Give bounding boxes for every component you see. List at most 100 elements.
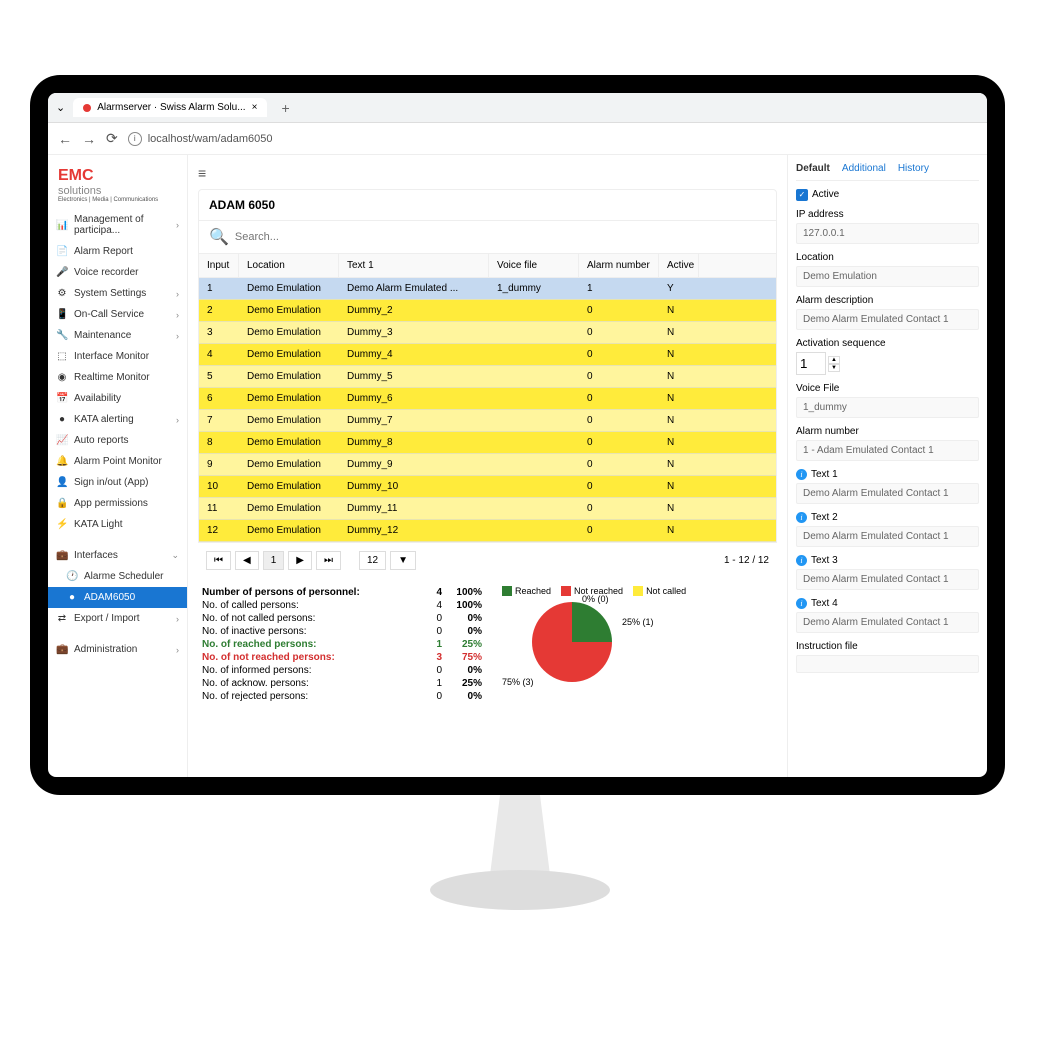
sidebar-item[interactable]: 📊Management of participa...› [48, 209, 187, 241]
page-current[interactable]: 1 [263, 551, 285, 570]
legend-reached: Reached [515, 586, 551, 596]
text1-field[interactable]: Demo Alarm Emulated Contact 1 [796, 483, 979, 504]
col-text1[interactable]: Text 1 [339, 254, 489, 277]
window-chevron-icon[interactable]: ⌄ [56, 101, 65, 114]
sidebar-item[interactable]: 📱On-Call Service› [48, 304, 187, 325]
close-tab-icon[interactable]: × [252, 102, 258, 113]
info-icon: i [796, 469, 807, 480]
location-field[interactable]: Demo Emulation [796, 266, 979, 287]
nav-icon: ⇄ [56, 613, 68, 624]
legend-notreached-icon [561, 586, 571, 596]
page-size[interactable]: 12 [359, 551, 386, 570]
sidebar-item[interactable]: 💼Interfaces⌄ [48, 545, 187, 566]
tab-history[interactable]: History [898, 163, 929, 174]
nav-icon: ⚡ [56, 519, 68, 530]
table-row[interactable]: 7Demo EmulationDummy_70N [199, 410, 776, 432]
sidebar-item[interactable]: ●KATA alerting› [48, 409, 187, 430]
alarmnum-field[interactable]: 1 - Adam Emulated Contact 1 [796, 440, 979, 461]
sidebar-item[interactable]: ⚙System Settings› [48, 283, 187, 304]
stat-row: No. of called persons:4100% [202, 599, 482, 612]
text1-label: Text 1 [811, 469, 838, 480]
hamburger-icon[interactable]: ≡ [198, 165, 777, 189]
nav-label: Administration [74, 644, 137, 655]
col-voice[interactable]: Voice file [489, 254, 579, 277]
col-input[interactable]: Input [199, 254, 239, 277]
desc-label: Alarm description [796, 295, 979, 306]
stat-row: No. of reached persons:125% [202, 638, 482, 651]
seq-input[interactable] [796, 352, 826, 375]
tab-default[interactable]: Default [796, 163, 830, 174]
col-location[interactable]: Location [239, 254, 339, 277]
col-active[interactable]: Active [659, 254, 699, 277]
sidebar-item[interactable]: 🔔Alarm Point Monitor [48, 451, 187, 472]
text3-label: Text 3 [811, 555, 838, 566]
nav-icon: 🔧 [56, 330, 68, 341]
text3-field[interactable]: Demo Alarm Emulated Contact 1 [796, 569, 979, 590]
sidebar-item[interactable]: 👤Sign in/out (App) [48, 472, 187, 493]
nav-label: Alarme Scheduler [84, 571, 163, 582]
new-tab-icon[interactable]: + [275, 100, 295, 116]
sidebar-item[interactable]: ⇄Export / Import› [48, 608, 187, 629]
active-checkbox[interactable]: ✓ [796, 189, 808, 201]
instruction-field[interactable] [796, 655, 979, 673]
table-row[interactable]: 4Demo EmulationDummy_40N [199, 344, 776, 366]
voicefile-field[interactable]: 1_dummy [796, 397, 979, 418]
logo-sub: solutions [58, 185, 177, 197]
sidebar-item[interactable]: 💼Administration› [48, 639, 187, 660]
text2-field[interactable]: Demo Alarm Emulated Contact 1 [796, 526, 979, 547]
logo-title: EMC [58, 167, 177, 185]
table-row[interactable]: 6Demo EmulationDummy_60N [199, 388, 776, 410]
table-row[interactable]: 10Demo EmulationDummy_100N [199, 476, 776, 498]
seq-down-icon[interactable]: ▼ [828, 364, 840, 372]
browser-tab[interactable]: Alarmserver · Swiss Alarm Solu... × [73, 98, 267, 117]
search-input[interactable] [235, 231, 766, 243]
page-first-icon[interactable]: ⏮ [206, 551, 231, 570]
reload-icon[interactable]: ⟳ [106, 130, 118, 147]
chevron-right-icon: › [176, 614, 179, 624]
sidebar-item[interactable]: 📈Auto reports [48, 430, 187, 451]
forward-icon[interactable]: → [82, 131, 96, 147]
sidebar-item[interactable]: ⚡KATA Light [48, 514, 187, 535]
site-info-icon[interactable]: i [128, 132, 142, 146]
sidebar-item[interactable]: 🕐Alarme Scheduler [48, 566, 187, 587]
table-row[interactable]: 12Demo EmulationDummy_120N [199, 520, 776, 542]
sidebar-item[interactable]: 📄Alarm Report [48, 241, 187, 262]
sidebar-item[interactable]: 🔧Maintenance› [48, 325, 187, 346]
text4-field[interactable]: Demo Alarm Emulated Contact 1 [796, 612, 979, 633]
sidebar-item[interactable]: ⬚Interface Monitor [48, 346, 187, 367]
sidebar-item[interactable]: ◉Realtime Monitor [48, 367, 187, 388]
nav-label: Availability [74, 393, 121, 404]
page-prev-icon[interactable]: ◀ [235, 551, 259, 570]
nav-icon: 📱 [56, 309, 68, 320]
desc-field[interactable]: Demo Alarm Emulated Contact 1 [796, 309, 979, 330]
page-size-dropdown-icon[interactable]: ▼ [390, 551, 416, 570]
page-last-icon[interactable]: ⏭ [316, 551, 341, 570]
detail-panel: Default Additional History ✓Active IP ad… [787, 155, 987, 777]
address-bar[interactable]: i [128, 132, 348, 146]
table-row[interactable]: 9Demo EmulationDummy_90N [199, 454, 776, 476]
sidebar-item[interactable]: 🔒App permissions [48, 493, 187, 514]
pie-label-0: 0% (0) [582, 594, 609, 604]
table-row[interactable]: 2Demo EmulationDummy_20N [199, 300, 776, 322]
ip-field[interactable]: 127.0.0.1 [796, 223, 979, 244]
seq-stepper[interactable]: ▲▼ [796, 352, 979, 375]
table-row[interactable]: 11Demo EmulationDummy_110N [199, 498, 776, 520]
seq-label: Activation sequence [796, 338, 979, 349]
sidebar-item[interactable]: 🎤Voice recorder [48, 262, 187, 283]
table-row[interactable]: 5Demo EmulationDummy_50N [199, 366, 776, 388]
table-row[interactable]: 3Demo EmulationDummy_30N [199, 322, 776, 344]
sidebar-item[interactable]: 📅Availability [48, 388, 187, 409]
table-row[interactable]: 8Demo EmulationDummy_80N [199, 432, 776, 454]
sidebar-item[interactable]: ●ADAM6050 [48, 587, 187, 608]
page-next-icon[interactable]: ▶ [288, 551, 312, 570]
table-row[interactable]: 1Demo EmulationDemo Alarm Emulated ...1_… [199, 278, 776, 300]
chevron-right-icon: › [176, 415, 179, 425]
url-input[interactable] [148, 133, 348, 145]
back-icon[interactable]: ← [58, 131, 72, 147]
stat-row: No. of acknow. persons:125% [202, 677, 482, 690]
col-alarm[interactable]: Alarm number [579, 254, 659, 277]
seq-up-icon[interactable]: ▲ [828, 356, 840, 364]
nav-label: Alarm Report [74, 246, 133, 257]
tab-additional[interactable]: Additional [842, 163, 886, 174]
chevron-right-icon: › [176, 645, 179, 655]
